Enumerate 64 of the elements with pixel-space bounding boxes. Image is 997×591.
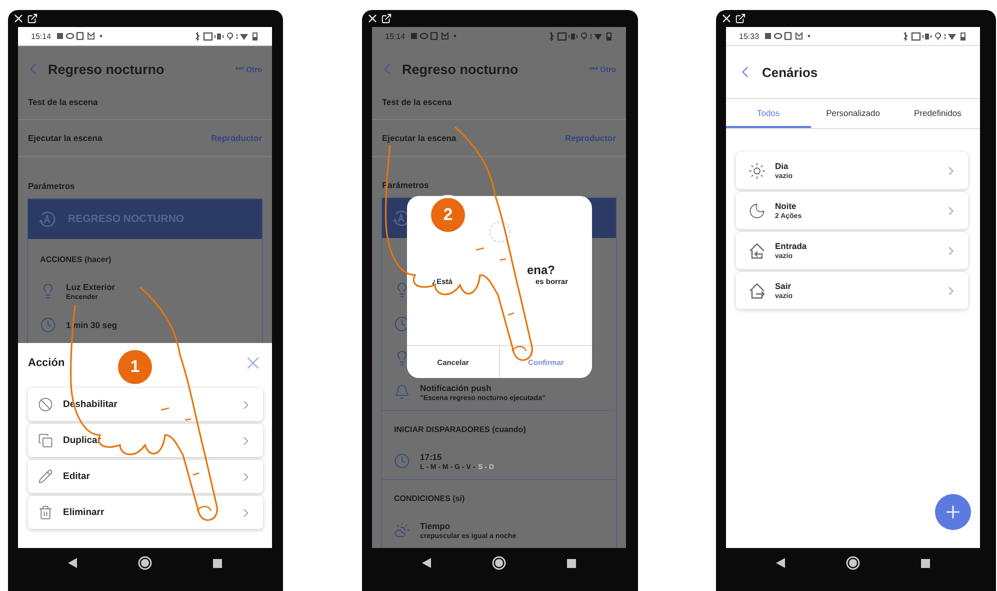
status-icons-drawing: [194, 32, 260, 40]
recents-nav-icon[interactable]: [567, 558, 576, 568]
bell-icon: [394, 384, 410, 400]
circular-arrow-icon: [38, 210, 56, 228]
close-icon[interactable]: [720, 12, 733, 25]
recents-nav-icon[interactable]: [921, 558, 930, 568]
item-title: 17:15: [420, 452, 443, 462]
item-title: Tiempo: [420, 520, 452, 530]
back-nav-icon[interactable]: [776, 558, 785, 568]
home-nav-icon[interactable]: [138, 556, 152, 570]
dialog-title: ena?: [526, 263, 555, 277]
loading-spinner-icon: [488, 220, 512, 244]
scene-title: Sair: [775, 281, 792, 291]
house-arrow-in-icon: [748, 242, 766, 260]
tab[interactable]: Todos: [726, 99, 811, 128]
moon-icon: [748, 202, 766, 220]
sun-icon: [748, 162, 766, 180]
back-nav-icon[interactable]: [68, 558, 77, 568]
menu-item[interactable]: Editar: [28, 460, 263, 493]
screen-title: Regreso nocturno: [402, 62, 520, 76]
external-link-icon[interactable]: [735, 13, 746, 24]
test-scene-label: Test de la escena: [382, 97, 452, 109]
sheet-title: Acción: [28, 357, 65, 369]
close-icon[interactable]: [12, 12, 25, 25]
run-scene-label: Ejecutar la escena: [382, 133, 456, 143]
home-nav-icon[interactable]: [492, 556, 506, 570]
status-icons-drawing: [548, 32, 614, 40]
external-link-icon[interactable]: [381, 13, 392, 24]
status-time: 15:14: [385, 32, 406, 40]
tab[interactable]: Personalizado: [810, 99, 896, 128]
home-nav-icon[interactable]: [846, 556, 860, 570]
section-heading: ACCIONES (hacer): [40, 255, 112, 264]
scene-title: Noite: [775, 201, 798, 211]
close-icon[interactable]: [366, 12, 379, 25]
trash-icon: [38, 505, 53, 520]
back-nav-icon[interactable]: [422, 558, 431, 568]
recents-nav-icon[interactable]: [213, 558, 222, 568]
status-time: 15:14: [31, 32, 52, 40]
house-arrow-out-icon: [748, 282, 766, 300]
copy-icon: [38, 433, 53, 448]
circular-arrow-icon: [392, 209, 410, 227]
scene-title: Dia: [775, 161, 790, 171]
tab[interactable]: Predefinidos: [895, 99, 980, 128]
item-title: 1 min 30 seg: [66, 320, 118, 330]
cloud-sun-icon: [394, 522, 410, 538]
section-heading: CONDICIONES (si): [394, 494, 465, 503]
parameters-label: Parámetros: [28, 180, 75, 190]
add-button[interactable]: [935, 494, 971, 530]
section-heading: INICIAR DISPARADORES (cuando): [394, 425, 526, 434]
clock-icon: [394, 453, 410, 469]
external-link-icon[interactable]: [27, 13, 38, 24]
item-title: Notificación push: [420, 382, 492, 392]
screen-title: Cenários: [762, 64, 818, 80]
scene-title: Entrada: [775, 241, 808, 251]
status-time: 15:33: [739, 32, 760, 40]
prohibited-icon: [38, 397, 53, 412]
menu-item[interactable]: Eliminarr: [28, 496, 263, 529]
clock-icon: [40, 317, 56, 333]
item-title: Luz Exterior: [66, 282, 116, 292]
screen-title: Regreso nocturno: [48, 62, 166, 76]
pencil-icon: [38, 469, 53, 484]
run-scene-label: Ejecutar la escena: [28, 133, 102, 143]
status-icons-drawing: [902, 32, 968, 40]
test-scene-label: Test de la escena: [28, 97, 98, 109]
